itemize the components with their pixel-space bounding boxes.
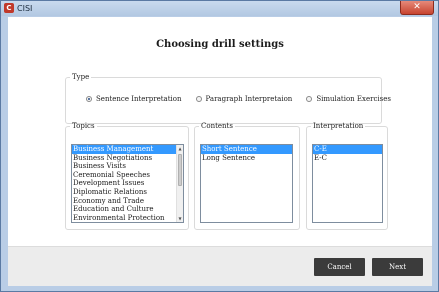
contents-legend: Contents bbox=[201, 122, 233, 130]
radio-button-sentence[interactable] bbox=[86, 96, 92, 102]
topics-listbox[interactable]: Business Management Business Negotiation… bbox=[71, 144, 184, 223]
app-window: C CISI ✕ Choosing drill settings Type Se… bbox=[0, 0, 439, 292]
list-item[interactable]: Business Visits bbox=[72, 162, 183, 171]
app-logo-icon: C bbox=[4, 3, 14, 13]
topics-group: Topics Business Management Business Nego… bbox=[65, 122, 189, 230]
list-item[interactable]: Ceremonial Speeches bbox=[72, 171, 183, 180]
list-item[interactable]: Business Negotiations bbox=[72, 154, 183, 163]
title-bar[interactable]: C CISI ✕ bbox=[1, 1, 438, 16]
scroll-down-icon[interactable]: ▼ bbox=[177, 215, 183, 222]
close-icon: ✕ bbox=[413, 2, 421, 12]
list-item[interactable]: Business Management bbox=[72, 145, 183, 154]
page-title: Choosing drill settings bbox=[156, 39, 284, 50]
contents-group: Contents Short Sentence Long Sentence bbox=[194, 122, 300, 230]
list-item[interactable]: Environmental Protection bbox=[72, 214, 183, 222]
radio-label-paragraph: Paragraph Interpretaion bbox=[205, 95, 293, 103]
list-item[interactable]: Economy and Trade bbox=[72, 197, 183, 206]
cancel-button[interactable]: Cancel bbox=[314, 258, 365, 276]
list-item[interactable]: Development Issues bbox=[72, 179, 183, 188]
list-item[interactable]: Short Sentence bbox=[201, 145, 292, 154]
list-item[interactable]: Diplomatic Relations bbox=[72, 188, 183, 197]
dialog-content: Choosing drill settings Type Sentence In… bbox=[8, 17, 432, 246]
window-title: CISI bbox=[17, 4, 33, 13]
list-item[interactable]: E-C bbox=[313, 154, 382, 163]
radio-option-sentence[interactable]: Sentence Interpretation bbox=[86, 95, 182, 103]
topics-legend: Topics bbox=[72, 122, 95, 130]
contents-listbox[interactable]: Short Sentence Long Sentence bbox=[200, 144, 293, 223]
dialog-footer: Cancel Next bbox=[8, 246, 432, 286]
next-button[interactable]: Next bbox=[372, 258, 423, 276]
interpretation-listbox[interactable]: C-E E-C bbox=[312, 144, 383, 223]
topics-scrollbar[interactable]: ▲ ▼ bbox=[176, 145, 183, 222]
scroll-up-icon[interactable]: ▲ bbox=[177, 145, 183, 152]
close-button[interactable]: ✕ bbox=[400, 1, 434, 15]
radio-option-paragraph[interactable]: Paragraph Interpretaion bbox=[195, 95, 293, 103]
list-item[interactable]: Education and Culture bbox=[72, 205, 183, 214]
radio-button-paragraph[interactable] bbox=[195, 96, 202, 102]
type-group: Type Sentence Interpretation Paragraph I… bbox=[65, 73, 391, 124]
list-item[interactable]: C-E bbox=[313, 145, 382, 154]
interpretation-legend: Interpretation bbox=[313, 122, 364, 130]
radio-button-simulation[interactable] bbox=[306, 96, 313, 102]
radio-label-simulation: Simulation Exercises bbox=[316, 95, 391, 103]
type-legend: Type bbox=[72, 73, 90, 81]
type-radio-row: Sentence Interpretation Paragraph Interp… bbox=[86, 95, 391, 103]
interpretation-group: Interpretation C-E E-C bbox=[306, 122, 388, 230]
radio-label-sentence: Sentence Interpretation bbox=[96, 95, 182, 103]
radio-option-simulation[interactable]: Simulation Exercises bbox=[306, 95, 391, 103]
scroll-thumb[interactable] bbox=[178, 154, 182, 186]
list-item[interactable]: Long Sentence bbox=[201, 154, 292, 163]
